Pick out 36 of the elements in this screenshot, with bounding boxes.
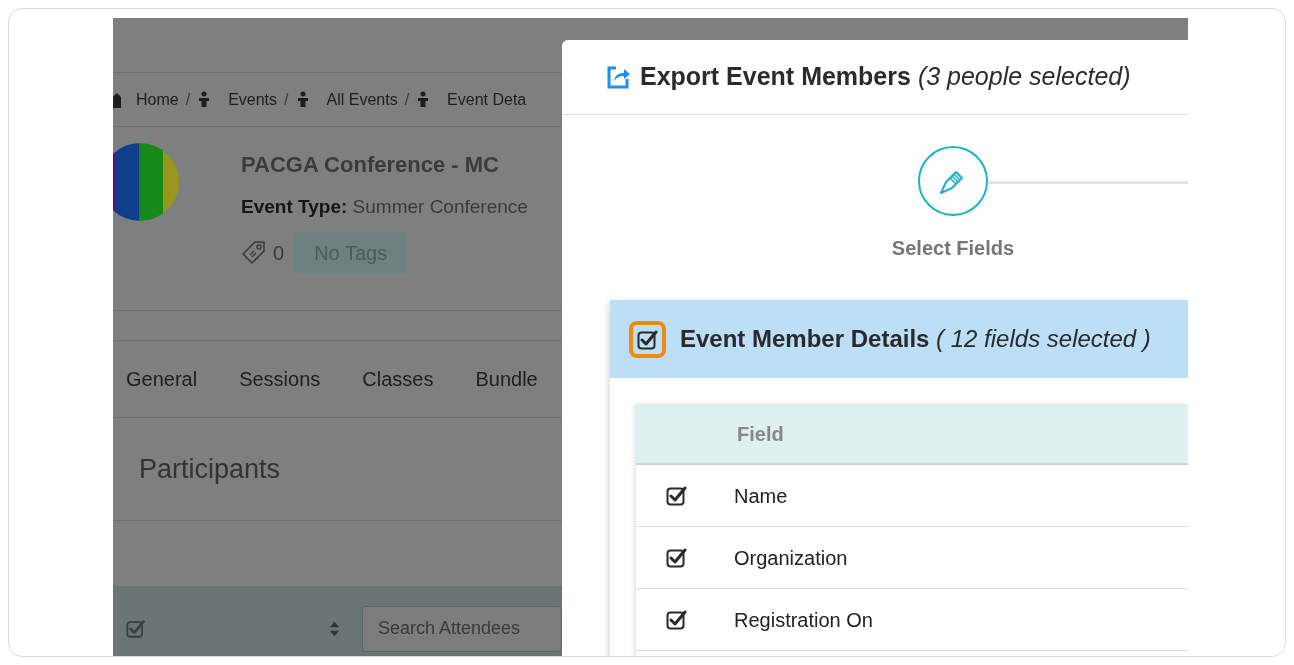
checkbox[interactable]	[666, 485, 687, 506]
nav-tab[interactable]: Sessions	[239, 364, 321, 394]
column-header: Field	[737, 421, 784, 447]
breadcrumb-link[interactable]: Event Deta	[447, 87, 527, 112]
checkbox[interactable]	[666, 547, 687, 568]
person-icon	[197, 91, 212, 108]
event-type-value: Summer Conference	[352, 196, 528, 217]
breadcrumb-link[interactable]: All Events	[326, 87, 398, 112]
breadcrumb-link[interactable]: Home	[136, 87, 179, 112]
event-type-label: Event Type:	[241, 196, 348, 217]
search-field[interactable]: Search Attendees	[362, 605, 562, 652]
breadcrumb-separator: /	[284, 89, 289, 110]
checkbox[interactable]	[637, 328, 658, 350]
field-name: Organization	[734, 545, 848, 571]
person-icon	[416, 91, 431, 108]
home-icon	[113, 91, 121, 108]
section-title: Participants	[139, 452, 281, 486]
checkbox[interactable]	[126, 618, 146, 639]
breadcrumb-separator: /	[185, 89, 191, 110]
sort-icon[interactable]	[328, 619, 340, 638]
nav-tab[interactable]: General	[126, 364, 198, 394]
nav-tab[interactable]: Bundle	[475, 364, 538, 394]
nav-tab[interactable]: Classes	[362, 364, 434, 394]
checkbox[interactable]	[666, 609, 687, 630]
person-icon	[295, 91, 310, 108]
group-title: Event Member Details ( 12 fields selected )	[680, 324, 1151, 354]
step-label: Select Fields	[891, 236, 1015, 261]
tag-icon	[241, 239, 267, 266]
tag-count: 0	[273, 240, 285, 266]
event-title: PACGA Conference - MC	[241, 151, 500, 179]
field-name: Name	[734, 483, 788, 509]
breadcrumb-link[interactable]: Events	[228, 87, 278, 112]
breadcrumb-separator: /	[404, 89, 410, 110]
export-icon	[607, 65, 631, 89]
field-name: Registration On	[734, 607, 873, 633]
modal-title: Export Event Members (3 people selected)	[640, 61, 1131, 93]
